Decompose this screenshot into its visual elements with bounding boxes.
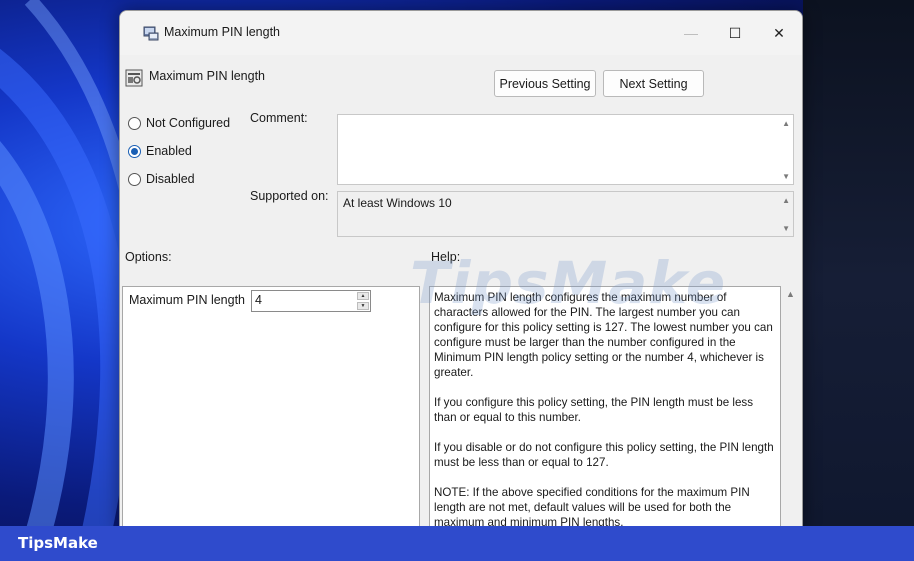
minimize-icon: — (684, 25, 698, 41)
max-pin-length-spinbox[interactable]: 4 ▲ ▼ (251, 290, 371, 312)
title-bar[interactable]: Maximum PIN length — ☐ ✕ (120, 11, 802, 55)
radio-label: Not Configured (146, 116, 231, 130)
minimize-button[interactable]: — (668, 11, 714, 55)
policy-dialog: Maximum PIN length — ☐ ✕ Maximum PIN len… (119, 10, 803, 530)
brand-logo: TipsMake (18, 534, 98, 552)
desktop-right-area (803, 0, 914, 561)
supported-on-label: Supported on: (250, 189, 329, 203)
next-setting-button[interactable]: Next Setting (603, 70, 704, 97)
max-pin-length-value: 4 (255, 293, 262, 307)
close-icon: ✕ (773, 24, 785, 41)
help-paragraph: NOTE: If the above specified conditions … (434, 486, 750, 529)
help-paragraph: If you disable or do not configure this … (434, 441, 774, 469)
maximize-icon: ☐ (728, 24, 742, 41)
group-policy-icon (143, 26, 159, 41)
previous-setting-button[interactable]: Previous Setting (494, 70, 596, 97)
spin-arrows[interactable]: ▲ ▼ (357, 292, 369, 310)
supported-on-value: At least Windows 10 (343, 196, 452, 210)
max-pin-length-label: Maximum PIN length (129, 293, 246, 307)
spin-up-icon[interactable]: ▲ (357, 292, 369, 300)
scroll-up-icon[interactable]: ▲ (782, 196, 790, 205)
supported-on-field: At least Windows 10 ▲ ▼ (337, 191, 794, 237)
options-pane: Maximum PIN length (122, 286, 420, 529)
radio-label: Enabled (146, 144, 192, 158)
radio-circle[interactable] (128, 172, 141, 186)
close-button[interactable]: ✕ (756, 11, 802, 55)
options-heading: Options: (125, 250, 172, 264)
policy-setting-icon (125, 69, 143, 87)
help-paragraph: If you configure this policy setting, th… (434, 396, 753, 424)
help-pane: Maximum PIN length configures the maximu… (429, 286, 781, 529)
window-title: Maximum PIN length (164, 25, 281, 39)
radio-circle[interactable] (128, 116, 141, 130)
radio-label: Disabled (146, 172, 195, 186)
comment-label: Comment: (250, 111, 308, 125)
radio-enabled[interactable]: Enabled (128, 144, 192, 158)
policy-title: Maximum PIN length (149, 69, 266, 83)
watermark-text: TipsMake (410, 249, 727, 317)
comment-textarea[interactable]: ▲ ▼ (337, 114, 794, 185)
spin-down-icon[interactable]: ▼ (357, 302, 369, 310)
scroll-down-icon[interactable]: ▼ (782, 172, 790, 181)
scroll-up-icon[interactable]: ▲ (782, 119, 790, 128)
maximize-button[interactable]: ☐ (712, 11, 758, 55)
help-scroll-up-icon[interactable]: ▲ (786, 289, 795, 299)
radio-not-configured[interactable]: Not Configured (128, 116, 230, 130)
radio-circle[interactable] (128, 144, 141, 158)
radio-disabled[interactable]: Disabled (128, 172, 195, 186)
scroll-down-icon[interactable]: ▼ (782, 224, 790, 233)
brand-footer-bar: TipsMake (0, 526, 914, 561)
